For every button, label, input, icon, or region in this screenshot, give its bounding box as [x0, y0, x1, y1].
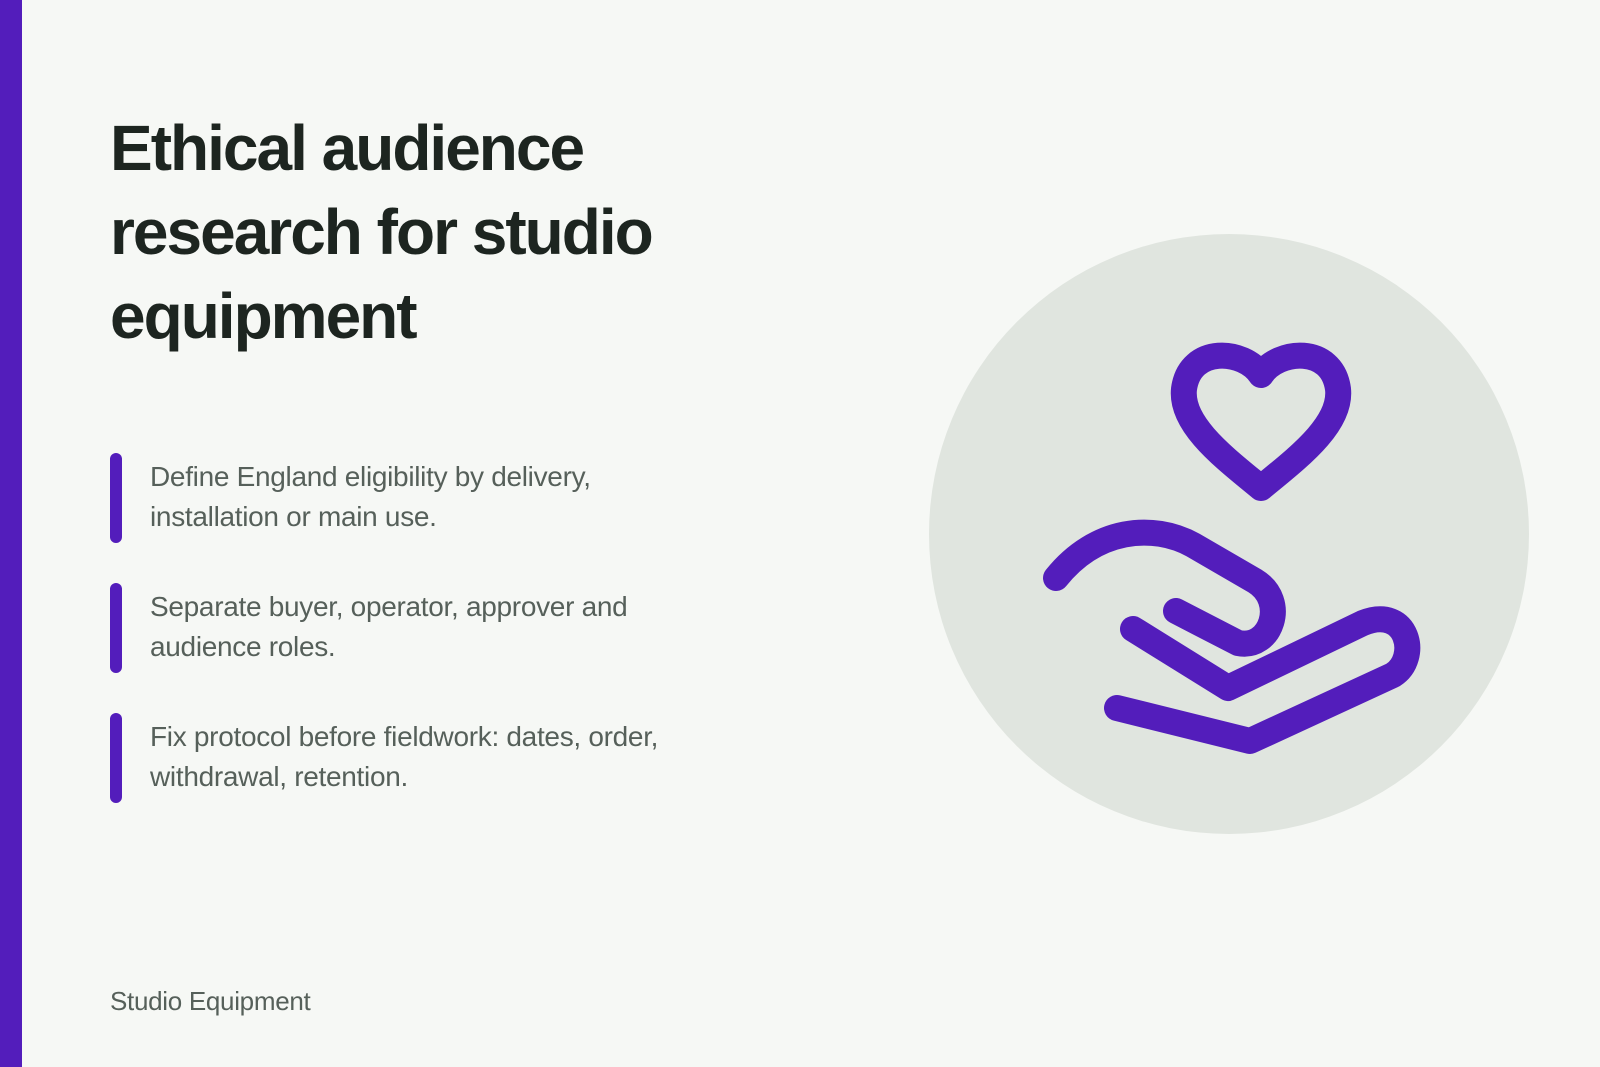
bullet-marker — [110, 453, 122, 543]
slide-title: Ethical audience research for studio equ… — [110, 112, 654, 352]
bullet-marker — [110, 713, 122, 803]
bullet-text: Define England eligibility by delivery, … — [150, 461, 591, 532]
bullet-list: Define England eligibility by delivery, … — [110, 453, 710, 843]
bullet-text: Fix protocol before fieldwork: dates, or… — [150, 721, 659, 792]
footer-label: Studio Equipment — [110, 986, 311, 1016]
hand-holding-heart-illustration — [929, 234, 1529, 834]
bullet-item: Separate buyer, operator, approver and a… — [110, 583, 710, 673]
bullet-marker — [110, 583, 122, 673]
bullet-text: Separate buyer, operator, approver and a… — [150, 591, 628, 662]
left-accent-bar — [0, 0, 22, 1067]
bullet-item: Define England eligibility by delivery, … — [110, 453, 710, 543]
bullet-item: Fix protocol before fieldwork: dates, or… — [110, 713, 710, 803]
